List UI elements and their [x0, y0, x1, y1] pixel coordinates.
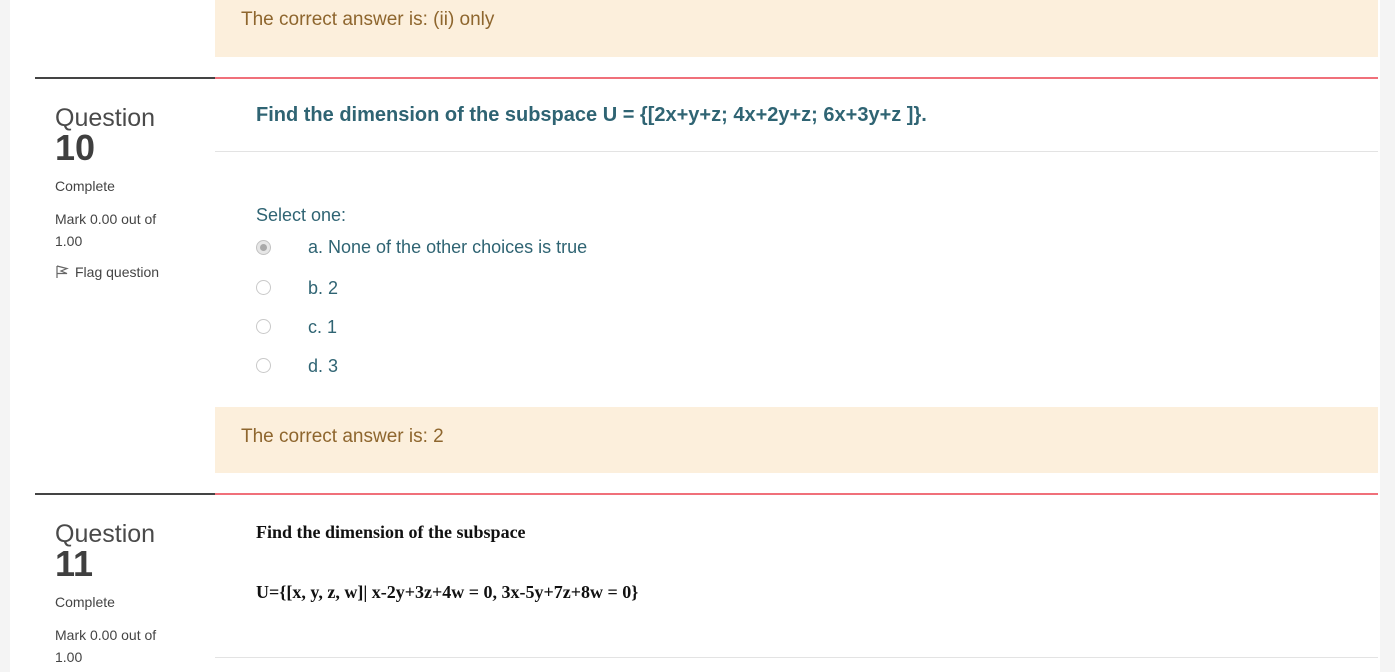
question-10-state: Complete — [55, 178, 115, 194]
answer-option-a[interactable]: a. None of the other choices is true — [256, 237, 587, 257]
question-11-info: Question 11 Complete Mark 0.00 out of 1.… — [55, 521, 205, 672]
question-11-text-line-1: Find the dimension of the subspace — [256, 522, 526, 542]
flag-question-button[interactable]: Flag question — [55, 264, 159, 280]
question-10-feedback: The correct answer is: 2 — [215, 407, 1378, 473]
radio-option-d[interactable] — [256, 358, 271, 373]
question-11-info-rule — [35, 493, 215, 495]
previous-feedback-text: The correct answer is: (ii) only — [241, 9, 495, 30]
flag-icon — [56, 265, 69, 278]
question-10-info: Question 10 Complete Mark 0.00 out of 1.… — [55, 105, 205, 305]
question-10-divider — [215, 151, 1378, 152]
question-10-text: Find the dimension of the subspace U = {… — [256, 104, 927, 126]
flag-question-label: Flag question — [75, 264, 160, 280]
radio-option-c[interactable] — [256, 319, 271, 334]
question-11-divider — [215, 657, 1378, 658]
question-11-text-line-2: U={[x, y, z, w]| x-2y+3z+4w = 0, 3x-5y+7… — [256, 582, 639, 602]
question-10-content-rule — [215, 77, 1378, 79]
answer-option-b[interactable]: b. 2 — [256, 278, 338, 298]
question-11-content-rule — [215, 493, 1378, 495]
page-left-margin — [0, 0, 10, 672]
question-10-mark: Mark 0.00 out of 1.00 — [55, 211, 157, 249]
question-10-feedback-text: The correct answer is: 2 — [241, 426, 444, 447]
answer-label-b: b. 2 — [308, 278, 339, 298]
answer-label-c: c. 1 — [308, 317, 338, 337]
select-one-prompt: Select one: — [256, 205, 347, 225]
question-11-mark: Mark 0.00 out of 1.00 — [55, 627, 157, 665]
page-scroll-gutter — [1380, 0, 1395, 672]
question-11-state: Complete — [55, 594, 115, 610]
question-10-number: 10 — [55, 127, 96, 168]
previous-question-feedback: The correct answer is: (ii) only — [215, 0, 1378, 57]
answer-label-a: a. None of the other choices is true — [308, 237, 588, 257]
question-11-number: 11 — [55, 543, 94, 584]
radio-option-b[interactable] — [256, 280, 271, 295]
answer-label-d: d. 3 — [308, 356, 339, 376]
question-10-info-rule — [35, 77, 215, 79]
answer-option-c[interactable]: c. 1 — [256, 317, 337, 337]
radio-option-a[interactable] — [256, 240, 271, 255]
answer-option-d[interactable]: d. 3 — [256, 356, 338, 376]
